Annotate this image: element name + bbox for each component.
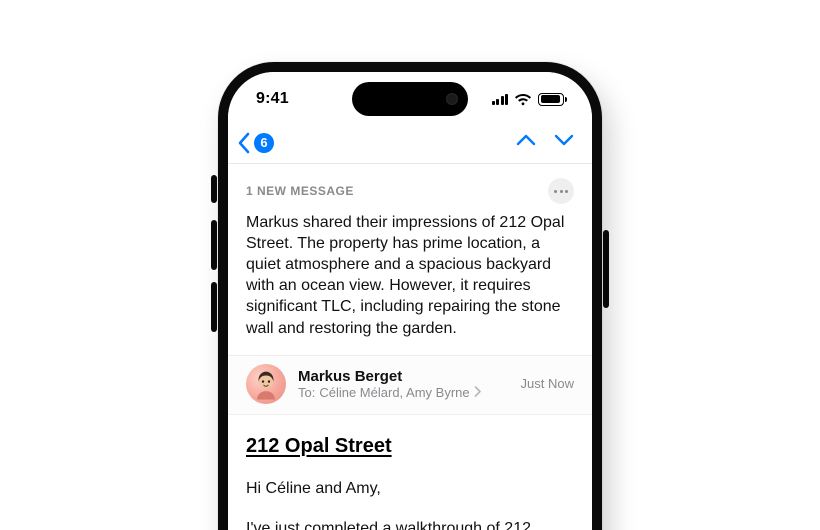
message-content[interactable]: 1 NEW MESSAGE Markus shared their impres… bbox=[228, 164, 592, 530]
back-button[interactable] bbox=[234, 129, 252, 157]
mute-switch bbox=[211, 175, 217, 203]
unread-badge[interactable]: 6 bbox=[254, 133, 274, 153]
nav-bar: 6 bbox=[228, 122, 592, 164]
more-button[interactable] bbox=[548, 178, 574, 204]
recipients: Céline Mélard, Amy Byrne bbox=[319, 385, 469, 400]
sender-name: Markus Berget bbox=[298, 368, 509, 385]
avatar[interactable] bbox=[246, 364, 286, 404]
to-label: To: bbox=[298, 385, 315, 400]
previous-message-button[interactable] bbox=[516, 133, 536, 152]
volume-down-button bbox=[211, 282, 217, 332]
email-line: I've just completed a walkthrough of 212 bbox=[246, 518, 574, 530]
screen: 9:41 6 bbox=[228, 72, 592, 530]
message-time: Just Now bbox=[521, 376, 574, 391]
summary-block: 1 NEW MESSAGE Markus shared their impres… bbox=[228, 164, 592, 355]
wifi-icon bbox=[514, 93, 532, 106]
summary-text: Markus shared their impressions of 212 O… bbox=[246, 212, 574, 339]
email-body: 212 Opal Street Hi Céline and Amy, I've … bbox=[228, 415, 592, 530]
battery-icon bbox=[538, 93, 564, 106]
phone-frame: 9:41 6 bbox=[218, 62, 602, 530]
summary-label: 1 NEW MESSAGE bbox=[246, 184, 354, 198]
recipients-row[interactable]: To: Céline Mélard, Amy Byrne bbox=[298, 385, 509, 400]
next-message-button[interactable] bbox=[554, 133, 574, 152]
email-subject: 212 Opal Street bbox=[246, 435, 574, 458]
power-button bbox=[603, 230, 609, 308]
email-greeting: Hi Céline and Amy, bbox=[246, 478, 574, 500]
cellular-icon bbox=[492, 93, 509, 105]
chevron-right-icon bbox=[474, 385, 481, 400]
status-bar: 9:41 bbox=[228, 84, 592, 114]
sender-card[interactable]: Markus Berget To: Céline Mélard, Amy Byr… bbox=[228, 355, 592, 415]
volume-up-button bbox=[211, 220, 217, 270]
status-time: 9:41 bbox=[256, 90, 289, 108]
